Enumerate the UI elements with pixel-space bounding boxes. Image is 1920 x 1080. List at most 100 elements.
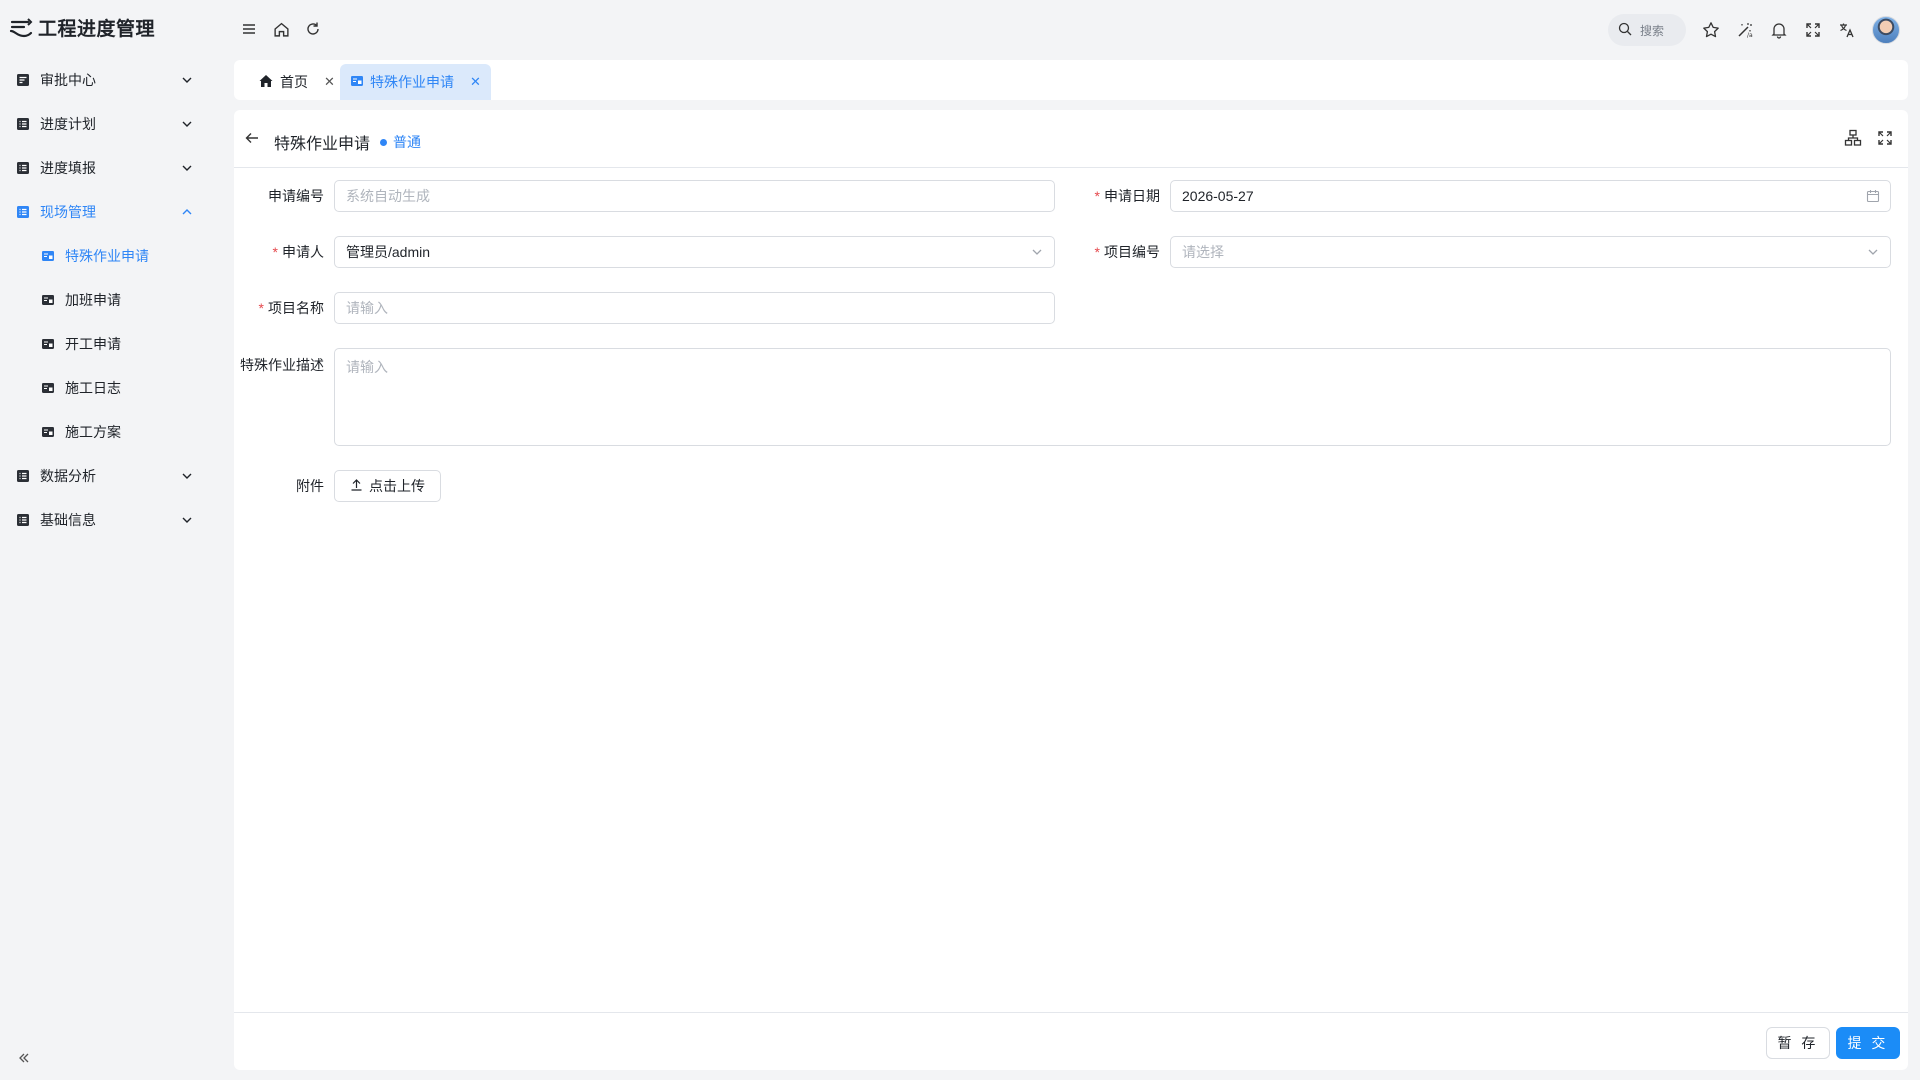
save-draft-button[interactable]: 暂 存 [1766, 1027, 1830, 1059]
app-logo[interactable]: 工程进度管理 [8, 14, 155, 41]
chevron-down-icon [180, 73, 194, 87]
expand-icon[interactable] [1876, 129, 1894, 147]
home-icon [258, 73, 274, 92]
logo-icon [8, 15, 34, 41]
sidebar-item-data-analysis[interactable]: 数据分析 [0, 454, 224, 498]
apply-date-picker[interactable]: 2026-05-27 [1170, 180, 1891, 212]
list-icon [16, 161, 30, 175]
sidebar-subitem-construction-plan[interactable]: 施工方案 [0, 410, 224, 454]
list-icon [16, 117, 30, 131]
apply-date-label: * 申请日期 [1094, 188, 1160, 204]
description-label: 特殊作业描述 [240, 357, 324, 373]
home-icon[interactable] [272, 20, 290, 38]
sidebar-item-label: 基础信息 [40, 512, 96, 528]
magic-wand-icon[interactable]: /a [1736, 21, 1754, 39]
form-row-description: 特殊作业描述 请输入 [234, 348, 1891, 446]
sidebar-item-site-management[interactable]: 现场管理 [0, 190, 224, 234]
sidebar-subitem-construction-log[interactable]: 施工日志 [0, 366, 224, 410]
tab-label: 首页 [280, 74, 308, 90]
close-icon[interactable]: ✕ [324, 74, 335, 90]
chevron-up-icon [180, 205, 194, 219]
sidebar-item-basic-info[interactable]: 基础信息 [0, 498, 224, 542]
panel-tools [1844, 129, 1894, 147]
applicant-select[interactable]: 管理员/admin [334, 236, 1055, 268]
form-icon [41, 425, 55, 439]
form-row-project-name: * 项目名称 请输入 [234, 292, 1055, 324]
back-arrow-icon[interactable] [244, 130, 262, 148]
project-no-placeholder: 请选择 [1182, 244, 1224, 260]
sidebar-item-label: 进度计划 [40, 116, 96, 132]
header-left-tools [240, 20, 322, 38]
close-icon[interactable]: ✕ [470, 74, 481, 90]
bell-icon[interactable] [1770, 21, 1788, 39]
sidebar-subitem-special-work[interactable]: 特殊作业申请 [0, 234, 224, 278]
apply-no-label: 申请编号 [268, 188, 324, 204]
sidebar-subitem-label: 施工方案 [65, 424, 121, 440]
status-label: 普通 [393, 134, 421, 150]
star-icon[interactable] [1702, 21, 1720, 39]
page-title: 特殊作业申请 [274, 136, 371, 153]
project-name-input[interactable]: 请输入 [334, 292, 1055, 324]
approval-icon [16, 73, 30, 87]
refresh-icon[interactable] [304, 20, 322, 38]
form-icon [41, 249, 55, 263]
user-avatar[interactable] [1872, 16, 1900, 44]
tab-label: 特殊作业申请 [370, 74, 454, 90]
sidebar-subitem-label: 施工日志 [65, 380, 121, 396]
status-badge: 普通 [380, 132, 421, 152]
form-icon [41, 293, 55, 307]
collapse-sidebar-icon[interactable] [16, 1050, 32, 1066]
form-row-apply-no: 申请编号 系统自动生成 [234, 180, 1055, 212]
form-row-applicant: * 申请人 管理员/admin [234, 236, 1055, 268]
translate-icon[interactable] [1838, 21, 1856, 39]
upload-label: 点击上传 [369, 478, 425, 494]
apply-no-input[interactable]: 系统自动生成 [334, 180, 1055, 212]
chevron-down-icon [1030, 245, 1044, 259]
tab-home[interactable]: 首页 ✕ [248, 64, 345, 100]
search-icon [1618, 22, 1632, 39]
sidebar-item-schedule-plan[interactable]: 进度计划 [0, 102, 224, 146]
list-icon [16, 469, 30, 483]
chevron-down-icon [180, 161, 194, 175]
apply-no-placeholder: 系统自动生成 [346, 188, 430, 204]
chevron-down-icon [180, 469, 194, 483]
description-placeholder: 请输入 [346, 359, 388, 375]
sidebar-subitem-overtime[interactable]: 加班申请 [0, 278, 224, 322]
panel-header: 特殊作业申请 普通 [234, 110, 1908, 168]
form-icon [41, 381, 55, 395]
org-chart-icon[interactable] [1844, 129, 1862, 147]
svg-text:/a: /a [1747, 32, 1753, 39]
list-icon [16, 513, 30, 527]
form-panel: 特殊作业申请 普通 申请编号 系统自动生成 * 申请日期 2026-05-27 *… [234, 110, 1908, 1070]
sidebar-subitem-label: 特殊作业申请 [65, 248, 149, 264]
sidebar-item-label: 现场管理 [40, 204, 96, 220]
tab-bar: 首页 ✕ 特殊作业申请 ✕ [234, 60, 1908, 100]
app-title: 工程进度管理 [38, 19, 156, 40]
form-icon [350, 74, 364, 91]
sidebar-subitem-label: 加班申请 [65, 292, 121, 308]
apply-date-value: 2026-05-27 [1182, 188, 1254, 204]
chevron-down-icon [1866, 245, 1880, 259]
sidebar: 工程进度管理 审批中心 进度计划 进度填报 现场管理 特殊作业申请 加班申请 开… [0, 0, 224, 1080]
fullscreen-icon[interactable] [1804, 21, 1822, 39]
sidebar-item-label: 审批中心 [40, 72, 96, 88]
sidebar-subitem-start-work[interactable]: 开工申请 [0, 322, 224, 366]
chevron-down-icon [180, 117, 194, 131]
submit-button[interactable]: 提 交 [1836, 1027, 1900, 1059]
applicant-value: 管理员/admin [346, 244, 431, 260]
search-button[interactable]: 搜索 [1608, 14, 1686, 46]
project-no-select[interactable]: 请选择 [1170, 236, 1891, 268]
tab-special-work[interactable]: 特殊作业申请 ✕ [340, 64, 491, 100]
sidebar-item-approval-center[interactable]: 审批中心 [0, 58, 224, 102]
sidebar-item-progress-report[interactable]: 进度填报 [0, 146, 224, 190]
menu-toggle-icon[interactable] [240, 20, 258, 38]
upload-button[interactable]: 点击上传 [334, 470, 441, 502]
description-textarea[interactable]: 请输入 [334, 348, 1891, 446]
sidebar-item-label: 数据分析 [40, 468, 96, 484]
header-right-tools: 搜索 /a [1608, 14, 1900, 46]
status-dot [380, 138, 387, 146]
upload-icon [350, 478, 363, 494]
panel-footer: 暂 存 提 交 [234, 1012, 1908, 1070]
form-row-attachment: 附件 点击上传 [234, 470, 441, 502]
form-row-project-no: * 项目编号 请选择 [1070, 236, 1891, 268]
